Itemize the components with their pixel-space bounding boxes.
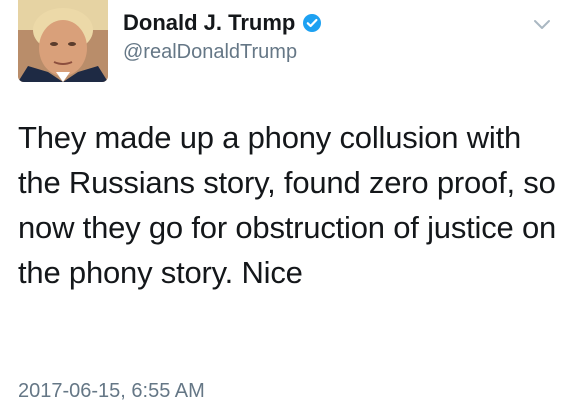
display-name[interactable]: Donald J. Trump — [123, 11, 295, 35]
user-handle[interactable]: @realDonaldTrump — [123, 41, 322, 63]
user-info: Donald J. Trump @realDonaldTrump — [123, 11, 322, 63]
tweet-timestamp[interactable]: 2017-06-15, 6:55 AM — [18, 380, 205, 402]
name-row: Donald J. Trump — [123, 11, 322, 35]
tweet-card: Donald J. Trump @realDonaldTrump They ma… — [0, 0, 575, 410]
avatar[interactable] — [18, 0, 108, 82]
verified-badge-icon — [302, 13, 322, 33]
tweet-text: They made up a phony collusion with the … — [18, 120, 557, 290]
chevron-down-icon[interactable] — [533, 18, 551, 30]
avatar-image — [18, 0, 108, 82]
